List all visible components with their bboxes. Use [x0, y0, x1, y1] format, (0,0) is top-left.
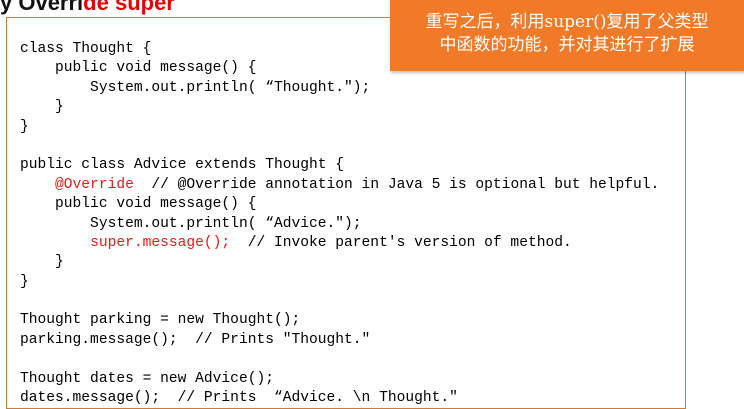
code-text: System.out.println( “Advice.");: [20, 215, 362, 232]
code-line: }: [20, 98, 659, 117]
code-line: public class Advice extends Thought {: [20, 156, 659, 175]
code-line: @Override // @Override annotation in Jav…: [20, 176, 659, 195]
code-text: parking.message(); // Prints "Thought.": [20, 331, 371, 348]
code-box: class Thought { public void message() { …: [6, 17, 686, 409]
code-text: // Invoke parent's version of method.: [230, 234, 572, 251]
title-red-part: de super: [83, 0, 175, 15]
code-line: }: [20, 253, 659, 272]
code-line: public void message() {: [20, 195, 659, 214]
code-text: class Thought {: [20, 41, 152, 57]
code-text: }: [20, 99, 64, 116]
code-line: Thought parking = new Thought();: [20, 311, 659, 330]
code-line: System.out.println( “Advice.");: [20, 215, 659, 234]
code-line: dates.message(); // Prints “Advice. \n T…: [20, 389, 659, 408]
code-text: System.out.println( “Thought.");: [20, 79, 371, 96]
code-text: dates.message(); // Prints “Advice. \n T…: [20, 390, 458, 407]
code-highlight: super.message();: [90, 234, 231, 251]
code-line: }: [20, 273, 659, 292]
code-text: // @Override annotation in Java 5 is opt…: [133, 176, 660, 193]
code-highlight: @Override: [55, 176, 134, 193]
code-text: }: [20, 273, 29, 290]
callout-line-2: 中函数的功能，并对其进行了扩展: [439, 35, 695, 55]
code-line: Thought dates = new Advice();: [20, 370, 659, 389]
code-text: Thought parking = new Thought();: [20, 312, 301, 329]
code-text: public class Advice extends Thought {: [20, 157, 345, 174]
code-text: Thought dates = new Advice();: [20, 370, 274, 387]
code-text: }: [20, 254, 64, 271]
code-line: parking.message(); // Prints "Thought.": [20, 331, 659, 350]
callout-note: 重写之后，利用super()复用了父类型 中函数的功能，并对其进行了扩展: [390, 0, 744, 71]
code-text: public void message() {: [20, 60, 257, 77]
title-black-part: y Overri: [0, 0, 84, 15]
code-line: }: [20, 118, 659, 137]
code-text: }: [20, 118, 29, 135]
code-text: public void message() {: [20, 196, 257, 213]
slide-title-fragment: y Override super: [0, 0, 175, 16]
callout-line-1: 重写之后，利用super()复用了父类型: [425, 12, 709, 32]
code-listing: class Thought { public void message() { …: [20, 40, 659, 408]
code-line: super.message(); // Invoke parent's vers…: [20, 234, 659, 253]
code-line: System.out.println( “Thought.");: [20, 79, 659, 98]
